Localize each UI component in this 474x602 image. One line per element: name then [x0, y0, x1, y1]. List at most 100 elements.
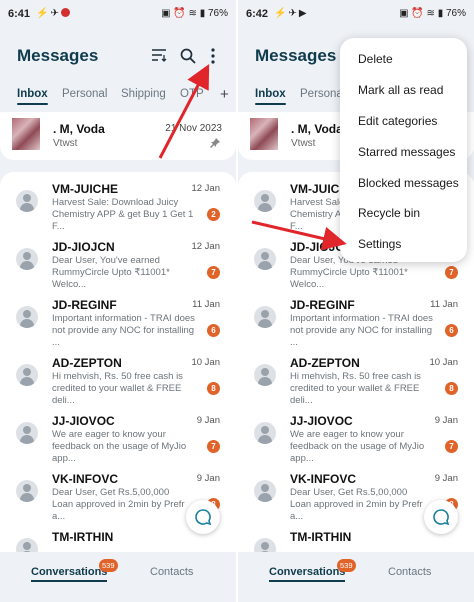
person-avatar-icon: [16, 538, 38, 552]
more-vert-icon[interactable]: [204, 48, 222, 66]
pin-icon: [210, 138, 220, 148]
sender-name: JD-JIOJCN: [52, 240, 115, 254]
tab-otp[interactable]: OTP: [180, 88, 204, 100]
list-item[interactable]: JD-JIOJCN Dear User, You've earned Rummy…: [0, 230, 236, 290]
person-avatar-icon: [254, 364, 276, 386]
nav-conversations[interactable]: Conversations: [31, 566, 108, 582]
list-item[interactable]: JJ-JIOVOC We are eager to know your feed…: [238, 404, 474, 464]
menu-item-edit-categories[interactable]: Edit categories: [358, 114, 437, 128]
person-avatar-icon: [254, 422, 276, 444]
sender-name: VK-INFOVC: [52, 472, 118, 486]
unread-badge: 2: [207, 208, 220, 221]
bottom-nav: Conversations 539 Contacts: [238, 552, 474, 602]
bottom-nav: Conversations 539 Contacts: [0, 552, 236, 602]
status-notification-icons: ⚡✈: [36, 8, 70, 19]
list-item[interactable]: JD-REGINF Important information - TRAI d…: [238, 288, 474, 348]
menu-item-starred-messages[interactable]: Starred messages: [358, 145, 455, 159]
pinned-date: 21 Nov 2023: [165, 123, 222, 134]
message-date: 12 Jan: [191, 241, 220, 252]
list-item[interactable]: AD-ZEPTON Hi mehvish, Rs. 50 free cash i…: [238, 346, 474, 406]
nav-conversations[interactable]: Conversations: [269, 566, 346, 582]
tab-personal[interactable]: Personal: [62, 88, 107, 100]
person-avatar-icon: [16, 480, 38, 502]
unread-badge: 8: [445, 382, 458, 395]
person-avatar-icon: [16, 422, 38, 444]
unread-badge: 7: [445, 266, 458, 279]
category-tabs: Inbox Personal Shipping OTP +: [0, 86, 236, 108]
nav-contacts[interactable]: Contacts: [150, 566, 193, 578]
tab-shipping[interactable]: Shipping: [121, 88, 166, 100]
status-time: 6:41: [8, 8, 31, 20]
start-chat-button[interactable]: [186, 500, 220, 534]
menu-item-mark-all-read[interactable]: Mark all as read: [358, 83, 443, 97]
message-date: 12 Jan: [191, 183, 220, 194]
status-right: ▣ ⏰ ≋ ▮ 76%: [399, 8, 466, 19]
message-snippet: Dear User, You've earned RummyCircle Upt…: [52, 255, 170, 290]
message-date: 11 Jan: [192, 299, 220, 310]
tab-inbox[interactable]: Inbox: [255, 88, 286, 105]
unread-badge: 7: [207, 440, 220, 453]
message-snippet: Dear User, Get Rs.5,00,000 Loan approved…: [52, 487, 185, 522]
sender-name: JJ-JIOVOC: [52, 414, 115, 428]
sender-name: VM-JUICHE: [52, 182, 119, 196]
person-avatar-icon: [16, 190, 38, 212]
conversation-list: VM-JUICHE Harvest Sale: Download Juicy C…: [0, 172, 236, 552]
menu-item-settings[interactable]: Settings: [358, 237, 401, 251]
message-snippet: Important information - TRAI does not pr…: [290, 313, 433, 348]
app-title: Messages: [17, 46, 99, 65]
app-title: Messages: [255, 46, 337, 65]
person-avatar-icon: [254, 190, 276, 212]
chat-fab-icon: [195, 509, 212, 526]
person-avatar-icon: [254, 306, 276, 328]
sender-name: TM-IRTHIN: [290, 530, 352, 544]
sender-name: TM-IRTHIN: [52, 530, 114, 544]
message-date: 9 Jan: [434, 473, 458, 484]
message-date: 9 Jan: [434, 415, 458, 426]
left-screen: 6:41 ⚡✈ ▣ ⏰ ≋ ▮ 76% Messages Inbox Perso…: [0, 0, 236, 602]
status-bar: 6:42 ⚡✈▶ ▣ ⏰ ≋ ▮ 76%: [238, 0, 474, 30]
sender-name: AD-ZEPTON: [290, 356, 360, 370]
start-chat-button[interactable]: [424, 500, 458, 534]
record-icon: [60, 8, 70, 17]
person-avatar-icon: [16, 306, 38, 328]
conversations-count-badge: 539: [99, 559, 118, 572]
unread-badge: 7: [445, 440, 458, 453]
battery-level: 76%: [445, 8, 466, 19]
sender-name: AD-ZEPTON: [52, 356, 122, 370]
message-date: 10 Jan: [191, 357, 220, 368]
message-snippet: Dear User, Get Rs.5,00,000 Loan approved…: [290, 487, 423, 522]
person-avatar-icon: [254, 480, 276, 502]
unread-badge: 6: [207, 324, 220, 337]
message-snippet: We are eager to know your feedback on th…: [52, 429, 187, 464]
tab-inbox[interactable]: Inbox: [17, 88, 48, 105]
avatar: [250, 118, 278, 150]
list-item[interactable]: JD-REGINF Important information - TRAI d…: [0, 288, 236, 348]
tab-personal[interactable]: Personal: [300, 88, 345, 100]
list-item[interactable]: VM-JUICHE Harvest Sale: Download Juicy C…: [0, 172, 236, 232]
message-date: 10 Jan: [429, 357, 458, 368]
sender-name: JD-REGINF: [290, 298, 355, 312]
list-item[interactable]: JJ-JIOVOC We are eager to know your feed…: [0, 404, 236, 464]
add-tab-button[interactable]: +: [220, 86, 229, 103]
message-date: 11 Jan: [430, 299, 458, 310]
message-snippet: Hi mehvish, Rs. 50 free cash is credited…: [290, 371, 421, 406]
menu-item-recycle-bin[interactable]: Recycle bin: [358, 206, 420, 220]
pinned-snippet: Vtwst: [53, 138, 78, 149]
nav-contacts[interactable]: Contacts: [388, 566, 431, 578]
battery-level: 76%: [207, 8, 228, 19]
unread-badge: 7: [207, 266, 220, 279]
menu-item-delete[interactable]: Delete: [358, 52, 393, 66]
status-time: 6:42: [246, 8, 269, 20]
pinned-sender: . M, Voda: [53, 122, 105, 136]
message-snippet: We are eager to know your feedback on th…: [290, 429, 425, 464]
person-avatar-icon: [16, 364, 38, 386]
list-item[interactable]: AD-ZEPTON Hi mehvish, Rs. 50 free cash i…: [0, 346, 236, 406]
avatar: [12, 118, 40, 150]
message-date: 9 Jan: [196, 473, 220, 484]
person-avatar-icon: [254, 248, 276, 270]
filter-icon[interactable]: [150, 48, 168, 66]
menu-item-blocked-messages[interactable]: Blocked messages: [358, 176, 459, 190]
search-icon[interactable]: [179, 48, 197, 66]
chat-fab-icon: [433, 509, 450, 526]
conversations-count-badge: 539: [337, 559, 356, 572]
